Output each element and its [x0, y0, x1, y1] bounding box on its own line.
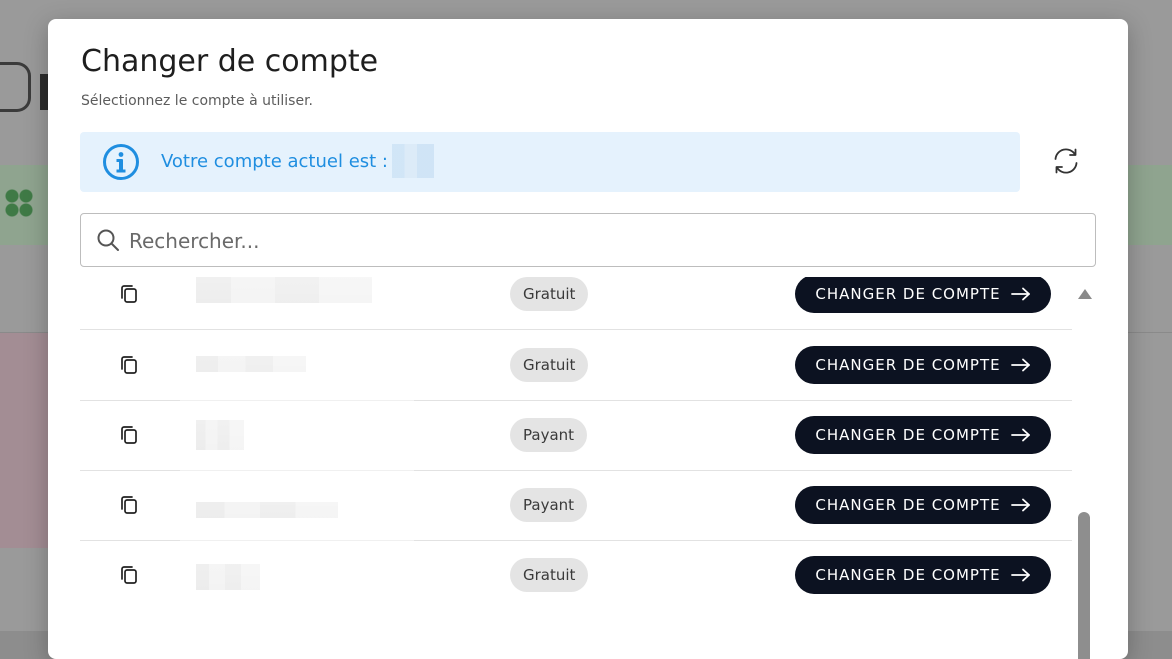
account-name-overlay — [180, 540, 414, 610]
plan-badge: Gratuit — [510, 558, 589, 592]
arrow-right-icon — [1010, 498, 1030, 512]
switch-account-button-label: CHANGER DE COMPTE — [815, 566, 1001, 584]
info-icon — [103, 144, 139, 180]
plan-badge: Payant — [510, 418, 588, 452]
copy-icon[interactable] — [118, 564, 140, 586]
switch-account-button-label: CHANGER DE COMPTE — [815, 356, 1001, 374]
background-logo — [0, 62, 31, 112]
search-field[interactable] — [80, 213, 1096, 267]
background-status-band-right — [1126, 165, 1172, 245]
dialog-subtitle: Sélectionnez le compte à utiliser. — [81, 93, 313, 109]
switch-account-button[interactable]: CHANGER DE COMPTE — [795, 277, 1051, 313]
account-row: Payant CHANGER DE COMPTE — [80, 470, 1072, 541]
switch-account-button[interactable]: CHANGER DE COMPTE — [795, 416, 1051, 454]
account-row: Payant CHANGER DE COMPTE — [80, 400, 1072, 471]
account-row: Gratuit CHANGER DE COMPTE — [80, 540, 1072, 610]
arrow-right-icon — [1010, 287, 1030, 301]
grid-icon — [4, 188, 34, 218]
account-name-overlay — [180, 330, 414, 400]
account-name-overlay — [180, 470, 414, 540]
copy-icon[interactable] — [118, 283, 140, 305]
switch-account-button-label: CHANGER DE COMPTE — [815, 496, 1001, 514]
switch-account-button[interactable]: CHANGER DE COMPTE — [795, 346, 1051, 384]
copy-icon[interactable] — [118, 354, 140, 376]
scrollbar-thumb[interactable] — [1078, 512, 1090, 659]
account-row: Gratuit CHANGER DE COMPTE — [80, 277, 1072, 330]
dialog-title: Changer de compte — [81, 44, 379, 79]
switch-account-button[interactable]: CHANGER DE COMPTE — [795, 486, 1051, 524]
switch-account-button[interactable]: CHANGER DE COMPTE — [795, 556, 1051, 594]
scroll-up-arrow-icon[interactable] — [1078, 289, 1092, 299]
current-account-text: Votre compte actuel est : — [161, 151, 388, 172]
switch-account-button-label: CHANGER DE COMPTE — [815, 426, 1001, 444]
arrow-right-icon — [1010, 428, 1030, 442]
copy-icon[interactable] — [118, 494, 140, 516]
plan-badge: Gratuit — [510, 277, 589, 311]
switch-account-button-label: CHANGER DE COMPTE — [815, 285, 1001, 303]
account-row: Gratuit CHANGER DE COMPTE — [80, 330, 1072, 401]
switch-account-dialog: Changer de compte Sélectionnez le compte… — [48, 19, 1128, 659]
current-account-banner: Votre compte actuel est : — [80, 132, 1020, 192]
account-list: Gratuit CHANGER DE COMPTE Gratuit CHANGE… — [80, 277, 1072, 659]
current-account-name-redacted — [392, 144, 434, 178]
arrow-right-icon — [1010, 568, 1030, 582]
plan-badge: Payant — [510, 488, 588, 522]
search-input[interactable] — [127, 222, 1071, 260]
account-name-overlay — [180, 400, 414, 470]
refresh-icon[interactable] — [1051, 146, 1081, 176]
list-scrollbar[interactable] — [1077, 289, 1092, 659]
copy-icon[interactable] — [118, 424, 140, 446]
search-icon — [97, 229, 119, 251]
plan-badge: Gratuit — [510, 348, 589, 382]
account-name-overlay — [180, 277, 414, 329]
arrow-right-icon — [1010, 358, 1030, 372]
